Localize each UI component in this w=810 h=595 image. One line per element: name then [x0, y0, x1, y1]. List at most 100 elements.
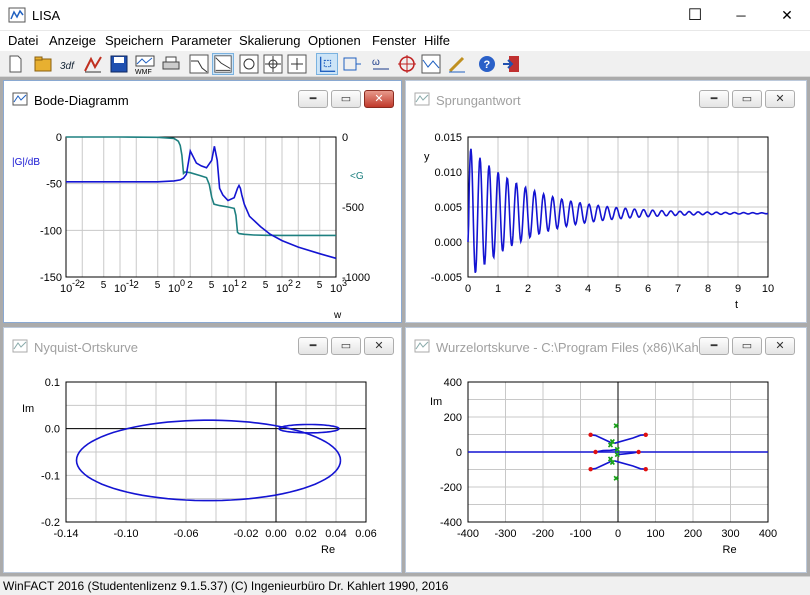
- bode-window[interactable]: Bode-Diagramm ━ ▭ ✕ 0 -50 -100 -150 0 -500 -10…: [3, 80, 402, 323]
- step-xtick-label: 8: [705, 283, 711, 295]
- bode-minor-label: 5: [317, 280, 323, 291]
- bode-xtick-exp: 1: [234, 278, 239, 288]
- nyquist-xtick-label: 0.00: [265, 528, 286, 540]
- window-maximize-button[interactable]: ☐: [672, 0, 718, 31]
- nyquist-xtick-label: 0.04: [325, 528, 346, 540]
- nyquist-plot[interactable]: -0.14 -0.10 -0.06 -0.02 0.00 0.02 0.04 0.06 0.1 0…: [8, 360, 396, 570]
- nyquist-title: Nyquist-Ortskurve: [34, 340, 139, 355]
- menu-parameter[interactable]: Parameter: [171, 33, 232, 48]
- status-text: WinFACT 2016 (Studentenlizenz 9.1.5.37) …: [3, 579, 449, 593]
- help-icon[interactable]: ?: [476, 53, 498, 75]
- rootlocus-close-button[interactable]: ✕: [765, 337, 795, 355]
- step-title-bar: Sprungantwort ━ ▭ ✕: [406, 81, 806, 113]
- wmf-icon[interactable]: WMF: [134, 53, 156, 75]
- step-xtick-label: 7: [675, 283, 681, 295]
- rootlocus-xtick-label: 200: [684, 528, 702, 540]
- nyquist-view-icon[interactable]: [238, 53, 260, 75]
- root-locus-view-icon[interactable]: [262, 53, 284, 75]
- nyquist-maximize-button[interactable]: ▭: [331, 337, 361, 355]
- step-minimize-button[interactable]: ━: [699, 90, 729, 108]
- menu-optionen[interactable]: Optionen: [308, 33, 361, 48]
- bode-minimize-button[interactable]: ━: [298, 90, 328, 108]
- step-close-button[interactable]: ✕: [765, 90, 795, 108]
- nyquist-xtick-label: -0.14: [53, 528, 78, 540]
- bode-minor-label: 2: [79, 280, 85, 291]
- bode-xtick-base: 10: [222, 283, 234, 295]
- nyquist-minimize-button[interactable]: ━: [298, 337, 328, 355]
- bode-minor-label: 2: [133, 280, 139, 291]
- nyquist-close-button[interactable]: ✕: [364, 337, 394, 355]
- rootlocus-minimize-button[interactable]: ━: [699, 337, 729, 355]
- close-button[interactable]: ✕: [764, 0, 810, 31]
- step-ytick-label: -0.005: [431, 272, 462, 284]
- step-view-icon[interactable]: [212, 53, 234, 75]
- window-title: LISA: [32, 8, 61, 23]
- step-plot[interactable]: 0 1 2 3 4 5 6 7 8 9 10 0.015 0.010 0.005 0.000 -0.005 y t: [410, 113, 802, 319]
- bode-minor-label: 5: [101, 280, 107, 291]
- menu-bar: Datei Anzeige Speichern Parameter Skalie…: [0, 31, 810, 51]
- rootlocus-pole: [643, 432, 648, 438]
- rootlocus-maximize-button[interactable]: ▭: [732, 337, 762, 355]
- nyquist-window[interactable]: Nyquist-Ortskurve ━ ▭ ✕ -0.14 -0.10 -0.06-…: [3, 327, 402, 573]
- zoom-icon[interactable]: [286, 53, 308, 75]
- rootlocus-window[interactable]: Wurzelortskurve - C:\Program Files (x86)…: [405, 327, 807, 573]
- step-xtick-label: 5: [615, 283, 621, 295]
- rootlocus-xtick-label: 100: [646, 528, 664, 540]
- rootlocus-pole: [643, 466, 648, 472]
- bode-minor-label: 2: [241, 280, 247, 291]
- bode-ylabel: |G|/dB: [12, 157, 40, 168]
- rootlocus-branch: [590, 434, 611, 444]
- menu-datei[interactable]: Datei: [8, 33, 38, 48]
- bode-ylabel2: <G: [350, 171, 364, 182]
- target-icon[interactable]: [396, 53, 418, 75]
- step-xtick-label: 2: [525, 283, 531, 295]
- bode-xtick-base: 10: [330, 283, 342, 295]
- step-window[interactable]: Sprungantwort ━ ▭ ✕ 0 1 2 3 4 5 6 7 8 9 10 0.015 0.0…: [405, 80, 807, 323]
- bode-close-button[interactable]: ✕: [364, 90, 394, 108]
- bode-ytick-label: -150: [40, 272, 62, 284]
- window-view-icon[interactable]: [420, 53, 442, 75]
- rootlocus-pole: [593, 449, 598, 455]
- step-window-icon: [414, 92, 430, 106]
- save-icon[interactable]: [108, 53, 130, 75]
- nyquist-ytick-label: 0.0: [45, 424, 60, 436]
- axis-scale-icon[interactable]: [316, 53, 338, 75]
- bode-ytick-label: -100: [40, 225, 62, 237]
- nyquist-xtick-label: -0.10: [113, 528, 138, 540]
- new-icon[interactable]: [4, 53, 26, 75]
- bode-view-icon[interactable]: [188, 53, 210, 75]
- menu-hilfe[interactable]: Hilfe: [424, 33, 450, 48]
- bode-plot[interactable]: 0-50-100-1500-500-100010 -2 10 -1 10 0 10 1 10 2 1…: [8, 113, 396, 319]
- menu-speichern[interactable]: Speichern: [105, 33, 164, 48]
- bode-title: Bode-Diagramm: [34, 93, 129, 108]
- fit-icon[interactable]: [340, 53, 362, 75]
- parameter-icon[interactable]: [82, 53, 104, 75]
- rootlocus-branch: [614, 460, 646, 470]
- minimize-button[interactable]: ─: [718, 0, 764, 31]
- edit-icon[interactable]: [446, 53, 468, 75]
- nyquist-window-icon: [12, 339, 28, 353]
- bode-minor-label: 5: [209, 280, 215, 291]
- omega-icon[interactable]: ω: [370, 53, 392, 75]
- step-xlabel: t: [735, 299, 738, 311]
- print-icon[interactable]: [160, 53, 182, 75]
- nyquist-ylabel: Im: [22, 403, 34, 415]
- menu-anzeige[interactable]: Anzeige: [49, 33, 96, 48]
- menu-fenster[interactable]: Fenster: [372, 33, 416, 48]
- function-icon[interactable]: 3df: [58, 53, 80, 75]
- open-icon[interactable]: [32, 53, 54, 75]
- rootlocus-xtick-label: -200: [532, 528, 554, 540]
- bode-maximize-button[interactable]: ▭: [331, 90, 361, 108]
- lisa-app-icon: [8, 7, 26, 23]
- rootlocus-xtick-label: -400: [457, 528, 479, 540]
- rootlocus-xtick-label: -100: [569, 528, 591, 540]
- title-bar: LISA ─ ✕ ☐: [0, 0, 810, 31]
- bode-minor-label: 5: [155, 280, 161, 291]
- menu-skalierung[interactable]: Skalierung: [239, 33, 300, 48]
- mdi-workspace: Bode-Diagramm ━ ▭ ✕ 0 -50 -100 -150 0 -500 -10…: [0, 77, 810, 576]
- exit-icon[interactable]: [500, 53, 522, 75]
- nyquist-xtick-label: -0.06: [173, 528, 198, 540]
- step-maximize-button[interactable]: ▭: [732, 90, 762, 108]
- bode-title-bar: Bode-Diagramm ━ ▭ ✕: [4, 81, 401, 113]
- rootlocus-plot[interactable]: -400 -300 -200 -100 0 100 200 300 400 400 200 0 -200…: [410, 360, 802, 570]
